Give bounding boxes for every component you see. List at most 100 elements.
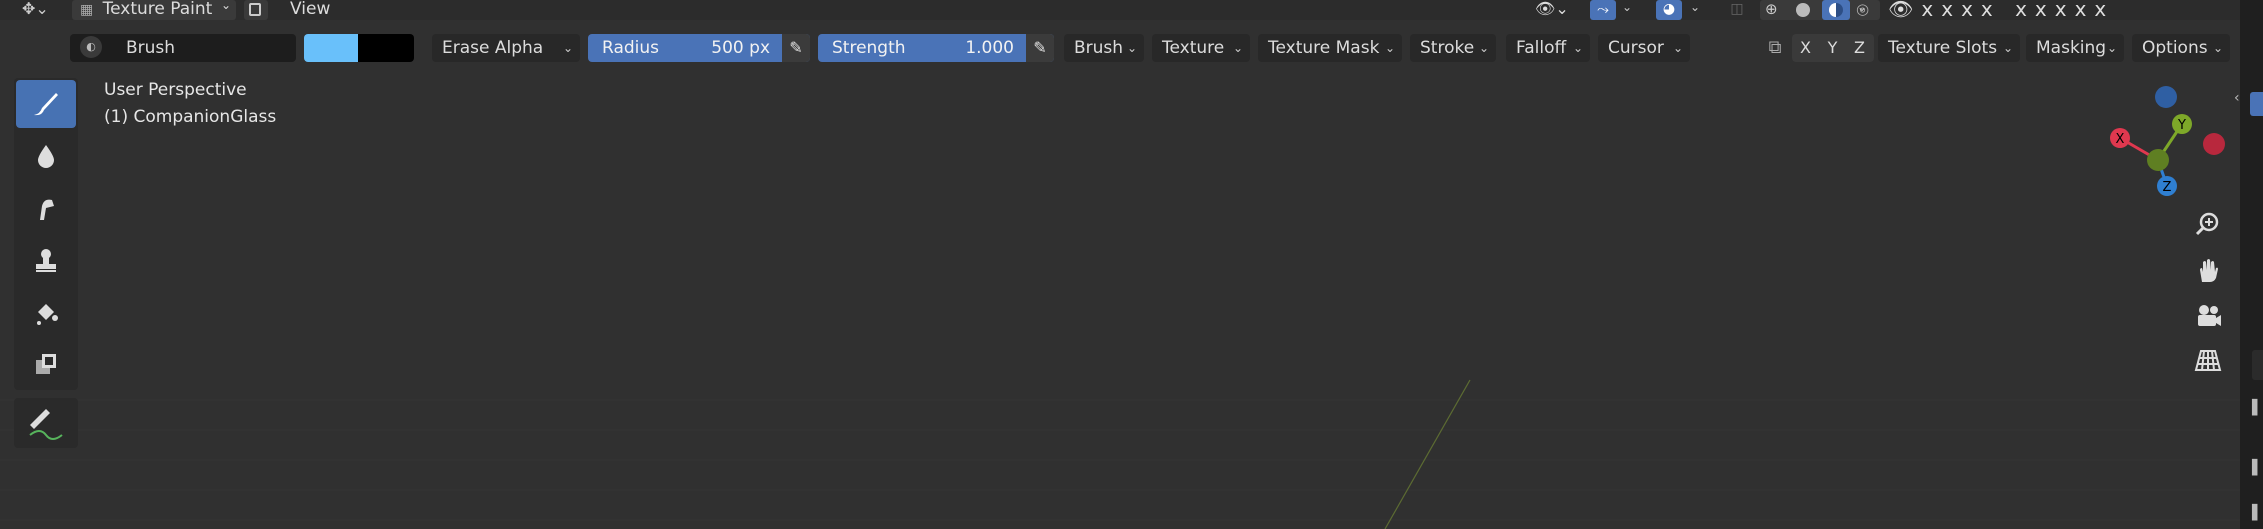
options-menu[interactable]: Options <box>2132 34 2230 62</box>
masking-menu[interactable]: Masking <box>2026 34 2124 62</box>
hand-icon <box>2200 259 2218 282</box>
pressure-pen-icon[interactable]: ✎ <box>1026 34 1054 62</box>
texture-menu-label: Texture <box>1162 38 1225 58</box>
mask-icon <box>36 354 56 374</box>
draw-brush-tool[interactable] <box>16 80 76 128</box>
solid-shading-icon[interactable] <box>1796 3 1810 17</box>
chevron-down-icon <box>1127 34 1137 62</box>
chevron-down-icon <box>1573 34 1583 62</box>
chevron-down-icon <box>221 0 231 14</box>
axis-z-toggle[interactable]: Z <box>1846 34 1873 62</box>
brush-name: Brush <box>126 38 176 58</box>
gizmo-toggle-icon[interactable]: ⤳ <box>1590 0 1616 20</box>
texture-menu[interactable]: Texture <box>1152 34 1250 62</box>
properties-tab-icon[interactable]: ▌ <box>2252 505 2263 529</box>
radius-slider[interactable]: Radius 500 px ✎ <box>588 34 810 62</box>
chevron-down-icon[interactable]: ⌄ <box>1622 0 1632 14</box>
symmetry-axes: X Y Z <box>1792 34 1874 62</box>
visibility-toggles[interactable]: 👁ⅹⅹⅹⅹ ⅹⅹⅹⅹⅹ <box>1888 0 2238 20</box>
strength-label: Strength <box>832 38 906 58</box>
properties-tab-icon[interactable] <box>2250 92 2263 116</box>
neg-x-ball[interactable] <box>2203 133 2225 155</box>
z-label: Z <box>2163 180 2172 195</box>
soften-tool[interactable] <box>16 132 76 180</box>
chevron-down-icon <box>563 34 573 62</box>
neg-y-ball[interactable] <box>2147 149 2169 171</box>
brush-menu-label: Brush <box>1074 38 1124 58</box>
annotate-tool[interactable] <box>14 398 78 448</box>
object-name: (1) CompanionGlass <box>104 107 277 127</box>
fill-tool[interactable] <box>16 288 76 336</box>
y-label: Y <box>2177 118 2186 133</box>
strength-value: 1.000 <box>965 38 1014 58</box>
properties-edge <box>2240 0 2263 529</box>
falloff-menu[interactable]: Falloff <box>1506 34 1590 62</box>
overlay-toggle-icon[interactable]: ◕ <box>1656 0 1682 20</box>
chevron-down-icon <box>1233 34 1243 62</box>
y-axis-line <box>1384 379 1471 529</box>
secondary-color-swatch[interactable] <box>358 34 414 62</box>
stroke-menu[interactable]: Stroke <box>1410 34 1496 62</box>
perspective-toggle-button[interactable] <box>2188 340 2228 380</box>
zoom-button[interactable] <box>2188 204 2228 244</box>
sidebar-toggle-icon[interactable]: ‹ <box>2234 90 2246 112</box>
view-menu[interactable]: View <box>290 0 330 18</box>
properties-tab-icon[interactable]: ▌ <box>2252 460 2263 484</box>
smear-icon <box>40 199 54 220</box>
x-label: X <box>2116 132 2125 147</box>
blend-mode-label: Erase Alpha <box>442 38 544 58</box>
clone-tool[interactable] <box>16 236 76 284</box>
options-label: Options <box>2142 38 2208 58</box>
drop-icon <box>38 145 54 168</box>
annotate-icon <box>29 409 63 440</box>
visibility-icon[interactable]: 👁⌄ <box>1535 0 1575 20</box>
stroke-menu-label: Stroke <box>1420 38 1475 58</box>
navigation-gizmo[interactable]: Y X Z <box>2100 80 2230 200</box>
cursor-menu[interactable]: Cursor <box>1598 34 1690 62</box>
blend-mode-dropdown[interactable]: Erase Alpha <box>432 34 580 62</box>
chevron-down-icon <box>1673 34 1683 62</box>
chevron-down-icon[interactable]: ⌄ <box>1857 0 1867 14</box>
brush-preview-icon: ◐ <box>80 36 102 58</box>
editor-header: ✥⌄ ▦ Texture Paint View 👁⌄ ⤳ ⌄ ◕ ⌄ ◫ ⊕ ◎… <box>0 0 2240 20</box>
xray-icon[interactable]: ◫ <box>1726 0 1748 20</box>
falloff-menu-label: Falloff <box>1516 38 1567 58</box>
texture-slots-menu[interactable]: Texture Slots <box>1878 34 2020 62</box>
editor-type-icon[interactable]: ✥⌄ <box>22 0 62 20</box>
properties-tab-icon[interactable] <box>2252 350 2263 380</box>
material-shading-icon[interactable] <box>1822 0 1850 20</box>
axis-y-toggle[interactable]: Y <box>1819 34 1846 62</box>
mask-tool[interactable] <box>16 340 76 388</box>
texture-mask-menu[interactable]: Texture Mask <box>1258 34 1402 62</box>
properties-tab-icon[interactable]: ▌ <box>2252 400 2263 424</box>
camera-view-button[interactable] <box>2188 296 2228 336</box>
floor-grid <box>0 379 2240 529</box>
axis-x-toggle[interactable]: X <box>1792 34 1819 62</box>
chevron-down-icon <box>2003 34 2013 62</box>
brush-selector[interactable]: ◐ Brush <box>70 34 296 62</box>
cursor-menu-label: Cursor <box>1608 38 1664 58</box>
pressure-pen-icon[interactable]: ✎ <box>782 34 810 62</box>
chevron-down-icon <box>2107 34 2117 62</box>
primary-color-swatch[interactable] <box>304 34 358 62</box>
view-name: User Perspective <box>104 80 247 100</box>
slots-toggle-icon[interactable] <box>244 0 268 20</box>
neg-z-ball[interactable] <box>2155 86 2177 108</box>
chevron-down-icon <box>1479 34 1489 62</box>
strength-slider[interactable]: Strength 1.000 ✎ <box>818 34 1054 62</box>
pan-button[interactable] <box>2188 250 2228 290</box>
brush-icon <box>34 93 58 116</box>
tool-settings-header: ◐ Brush Erase Alpha Radius 500 px ✎ Stre… <box>0 28 2263 70</box>
grid-perspective-icon <box>2194 350 2222 371</box>
smear-tool[interactable] <box>16 184 76 232</box>
texture-paint-icon: ▦ <box>80 2 94 18</box>
chevron-down-icon[interactable]: ⌄ <box>1690 0 1700 14</box>
wireframe-shading-icon[interactable]: ⊕ <box>1765 0 1778 18</box>
masking-label: Masking <box>2036 38 2107 58</box>
brush-menu[interactable]: Brush <box>1064 34 1144 62</box>
stamp-icon <box>36 249 56 272</box>
zoom-icon <box>2195 212 2219 236</box>
mode-label: Texture Paint <box>102 0 213 19</box>
texture-slots-label: Texture Slots <box>1888 38 1998 58</box>
mode-selector[interactable]: ▦ Texture Paint <box>72 0 236 20</box>
